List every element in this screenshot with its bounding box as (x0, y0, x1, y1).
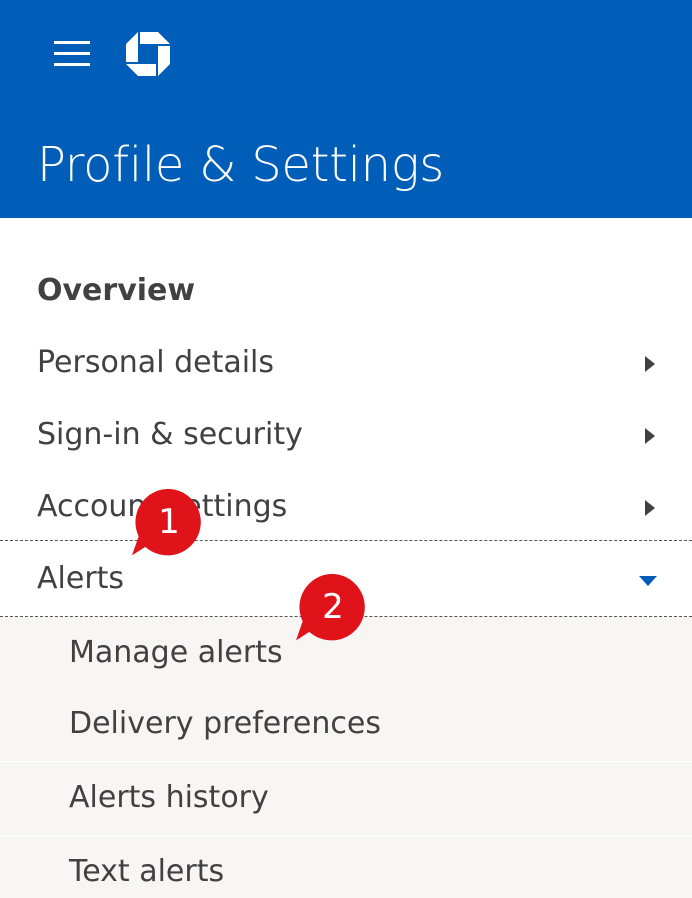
nav-item-overview-label: Overview (37, 273, 196, 308)
hamburger-menu-icon[interactable] (54, 41, 90, 67)
callout-number: 2 (322, 587, 344, 627)
submenu-item-delivery-preferences[interactable]: Delivery preferences (0, 688, 692, 762)
nav-item-label: Personal details (37, 345, 275, 380)
highlight-dashed-line-top (0, 540, 692, 541)
submenu-item-alerts-history[interactable]: Alerts history (0, 762, 692, 836)
submenu-item-text-alerts[interactable]: Text alerts (0, 836, 692, 898)
page-title: Profile & Settings (37, 137, 445, 193)
submenu-item-label: Manage alerts (69, 635, 283, 670)
chevron-right-icon (645, 500, 655, 516)
submenu-item-label: Alerts history (69, 780, 269, 815)
chase-logo[interactable] (124, 30, 172, 78)
nav-item-personal-details[interactable]: Personal details (0, 327, 692, 399)
submenu-item-label: Delivery preferences (69, 706, 381, 741)
chevron-down-icon (639, 576, 657, 586)
nav-item-sign-in-security[interactable]: Sign-in & security (0, 399, 692, 471)
nav-item-account-settings[interactable]: Account settings (0, 471, 692, 543)
app-header: Profile & Settings (0, 0, 692, 218)
nav-item-overview[interactable]: Overview (0, 255, 692, 327)
callout-badge-2: 2 (296, 572, 370, 646)
nav-item-label: Sign-in & security (37, 417, 303, 452)
nav-item-label: Alerts (37, 561, 125, 596)
submenu-item-label: Text alerts (69, 854, 225, 889)
chevron-right-icon (645, 356, 655, 372)
callout-badge-1: 1 (132, 487, 206, 561)
callout-number: 1 (158, 502, 180, 542)
chevron-right-icon (645, 428, 655, 444)
